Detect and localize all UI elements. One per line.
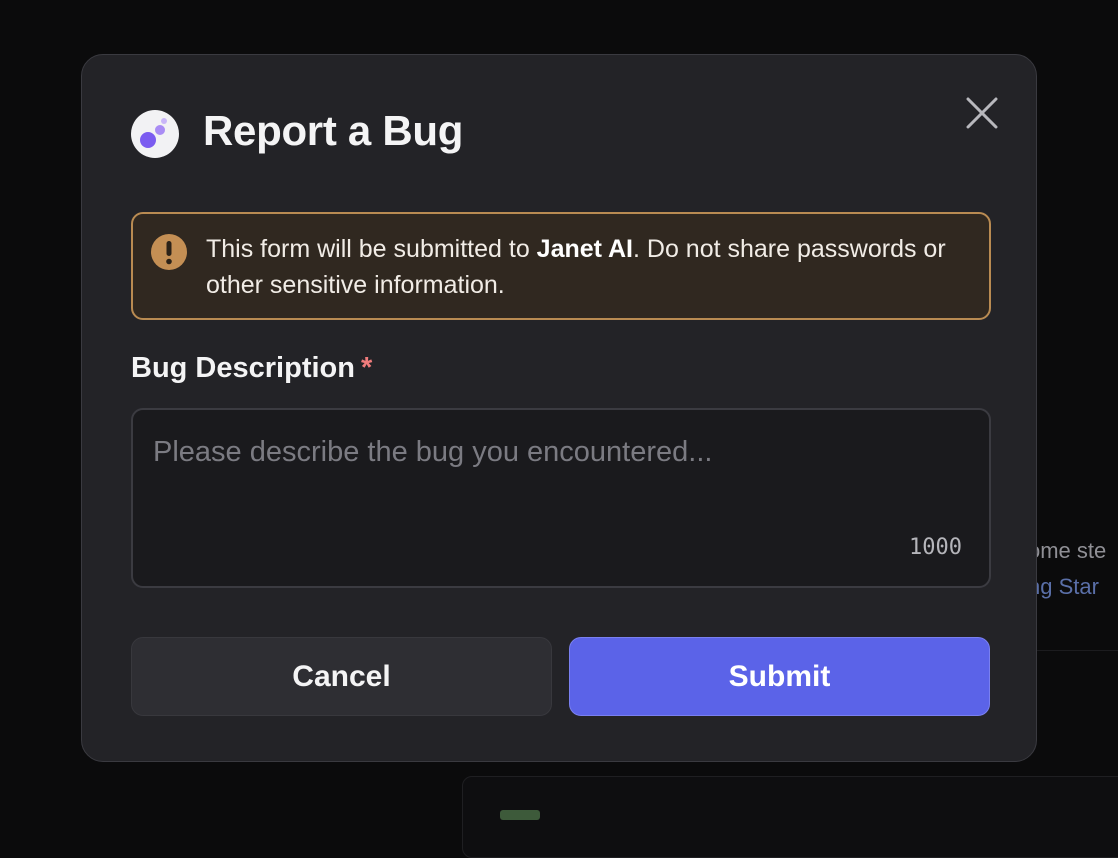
character-counter: 1000 [909,535,962,560]
background-chip [500,810,540,820]
privacy-notice: This form will be submitted to Janet AI.… [131,212,991,320]
close-button[interactable] [962,93,1002,133]
warning-icon [151,234,187,270]
bug-description-field: 1000 [131,408,991,588]
dialog-title: Report a Bug [203,107,464,154]
bug-description-label: Bug Description * [131,352,373,384]
background-link: ng Star [1028,574,1099,599]
report-bug-dialog: Report a Bug This form will be submitted… [81,54,1037,762]
close-icon [966,97,998,129]
background-text: ome ste [1028,538,1107,563]
submit-button[interactable]: Submit [569,637,990,716]
janet-ai-logo-icon [131,110,179,158]
notice-recipient: Janet AI [536,235,633,263]
bug-description-input[interactable] [133,410,989,586]
notice-text: This form will be submitted to Janet AI.… [206,235,946,299]
cancel-button[interactable]: Cancel [131,637,552,716]
required-indicator: * [360,352,373,384]
background-card [462,776,1118,858]
